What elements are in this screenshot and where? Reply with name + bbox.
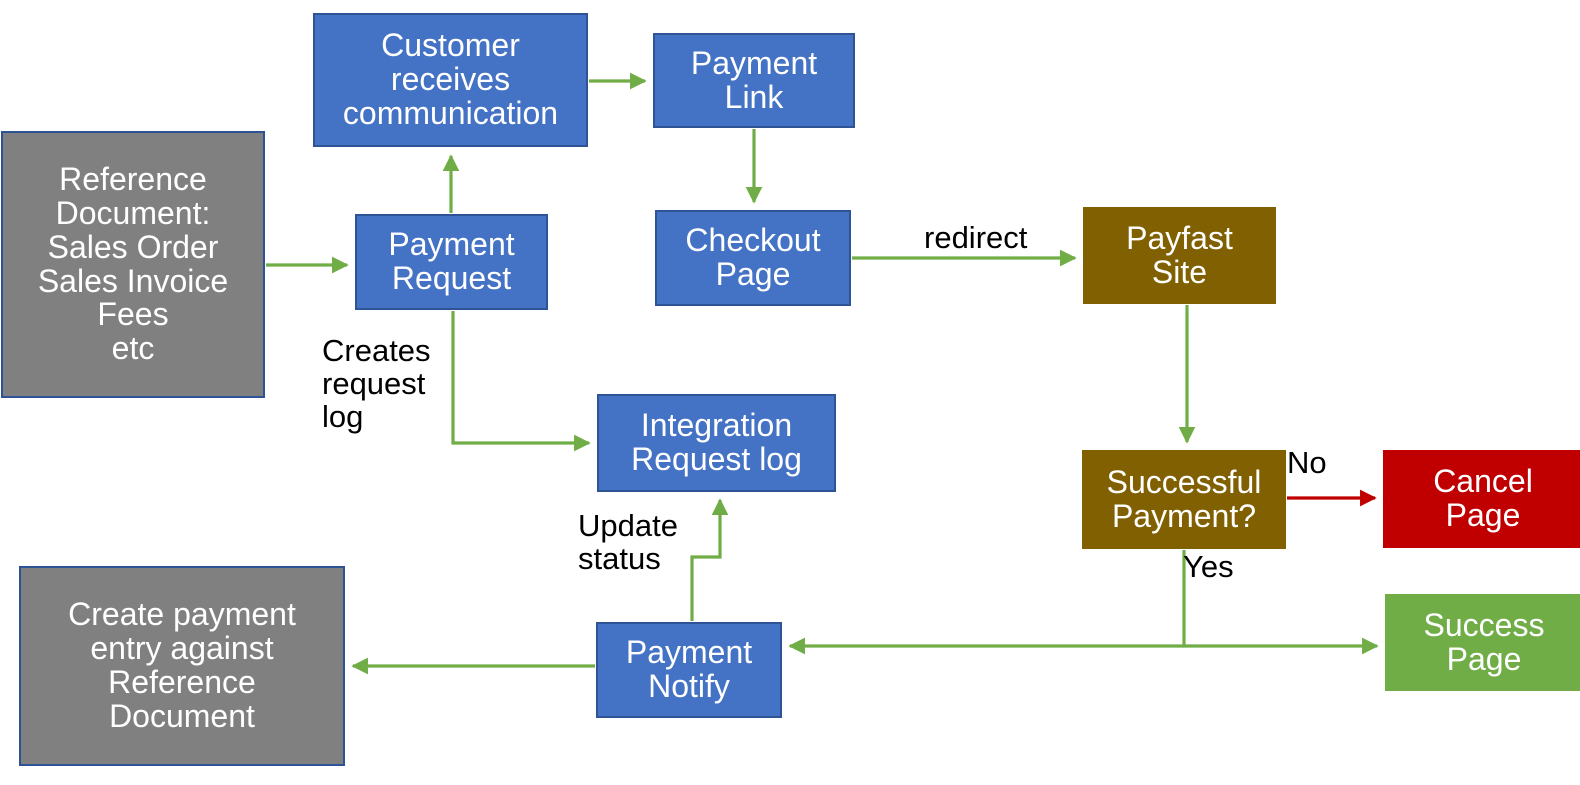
node-payment-notify[interactable]: Payment Notify [596,622,782,718]
node-reference-document[interactable]: Reference Document: Sales Order Sales In… [1,131,265,398]
node-payment-link[interactable]: Payment Link [653,33,855,128]
edge-payment-notify-to-integration-log [690,498,729,621]
node-successful-payment[interactable]: Successful Payment? [1082,450,1286,549]
node-payfast-site[interactable]: Payfast Site [1083,207,1276,304]
flowchart-canvas: Reference Document: Sales Order Sales In… [0,0,1580,785]
node-create-payment-entry[interactable]: Create payment entry against Reference D… [19,566,345,766]
node-customer-receives-communication[interactable]: Customer receives communication [313,13,588,147]
edge-label-yes: Yes [1183,549,1234,584]
edge-label-no: No [1287,445,1327,480]
node-success-page[interactable]: Success Page [1385,594,1580,691]
node-cancel-page[interactable]: Cancel Page [1383,450,1580,548]
node-integration-request-log[interactable]: Integration Request log [597,394,836,492]
edge-label-creates-request-log: Creates request log [322,333,431,434]
node-payment-request[interactable]: Payment Request [355,214,548,310]
edge-payment-request-to-integration-log [451,311,591,452]
edge-label-update-status: Update status [578,508,678,576]
edge-label-redirect: redirect [924,220,1028,255]
node-checkout-page[interactable]: Checkout Page [655,210,851,306]
